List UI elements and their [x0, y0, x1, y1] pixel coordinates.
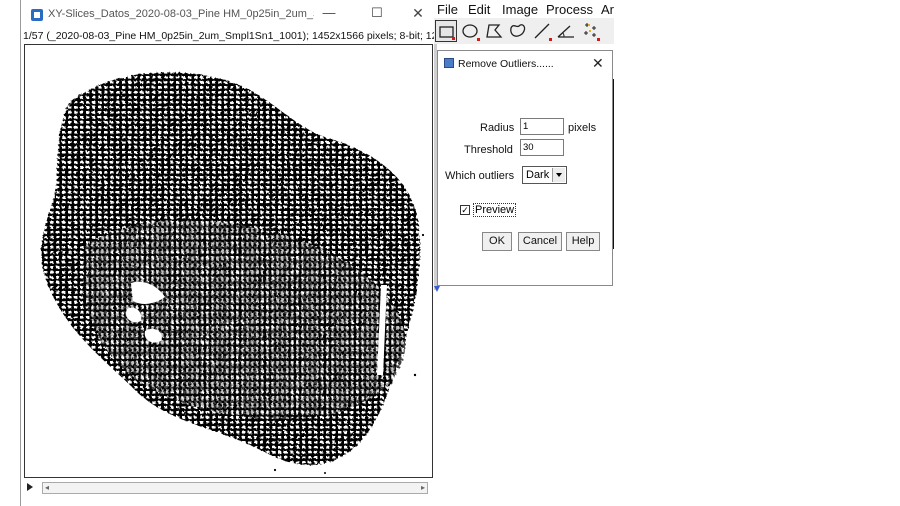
minimize-button[interactable]: —	[316, 4, 342, 22]
preview-checkbox[interactable]: ✓	[460, 205, 470, 215]
radius-input[interactable]	[520, 118, 564, 135]
slice-scrollbar[interactable]: ◂ ▸	[21, 480, 435, 496]
angle-tool-icon[interactable]	[555, 20, 577, 42]
remove-outliers-dialog: Remove Outliers...... ✕ Radius pixels Th…	[437, 50, 613, 286]
image-info-subtitle: 1/57 (_2020-08-03_Pine HM_0p25in_2um_Smp…	[23, 30, 435, 42]
menu-file[interactable]: File	[437, 2, 458, 17]
menu-edit[interactable]: Edit	[468, 2, 490, 17]
image-window-titlebar[interactable]: XY-Slices_Datos_2020-08-03_Pine HM_0p25i…	[21, 0, 435, 28]
freehand-tool-icon[interactable]	[507, 20, 529, 42]
tool-options-marker	[477, 38, 480, 41]
rectangle-tool-icon[interactable]	[435, 20, 457, 42]
selection-arrow-icon	[434, 286, 440, 292]
which-outliers-value: Dark	[526, 169, 550, 181]
which-outliers-label: Which outliers	[445, 170, 515, 182]
which-outliers-select[interactable]: Dark	[522, 166, 567, 184]
scroll-left-arrow-icon[interactable]: ◂	[45, 483, 49, 493]
dialog-title: Remove Outliers......	[458, 58, 554, 70]
close-button[interactable]: ✕	[405, 4, 431, 22]
tool-options-marker	[597, 38, 600, 41]
menu-process[interactable]: Process	[546, 2, 593, 17]
play-animation-icon[interactable]	[27, 483, 33, 491]
dropdown-arrow-icon[interactable]	[552, 168, 565, 182]
polygon-tool-icon[interactable]	[483, 20, 505, 42]
menu-image[interactable]: Image	[502, 2, 538, 17]
image-window-title: XY-Slices_Datos_2020-08-03_Pine HM_0p25i…	[48, 8, 314, 20]
java-app-icon	[444, 58, 454, 68]
threshold-input[interactable]	[520, 139, 564, 156]
tool-options-marker	[549, 38, 552, 41]
help-button[interactable]: Help	[566, 232, 600, 251]
oval-tool-icon[interactable]	[459, 20, 481, 42]
wood-slice-image	[41, 72, 425, 474]
menu-bar: File Edit Image Process Ar	[434, 0, 614, 18]
tool-options-marker	[452, 37, 455, 40]
line-tool-icon[interactable]	[531, 20, 553, 42]
preview-label[interactable]: Preview	[473, 203, 517, 217]
tool-bar	[434, 18, 614, 44]
menu-analyze[interactable]: Ar	[601, 2, 614, 17]
image-canvas[interactable]	[24, 44, 433, 478]
image-window: XY-Slices_Datos_2020-08-03_Pine HM_0p25i…	[20, 0, 435, 506]
dialog-titlebar[interactable]: Remove Outliers...... ✕	[438, 51, 612, 75]
multipoint-tool-icon[interactable]	[579, 20, 601, 42]
dialog-close-icon[interactable]: ✕	[592, 55, 604, 72]
radius-label: Radius	[480, 122, 515, 134]
radius-unit: pixels	[568, 122, 597, 134]
scroll-right-arrow-icon[interactable]: ▸	[421, 483, 425, 493]
maximize-button[interactable]: ☐	[364, 4, 390, 22]
imagej-app-icon	[31, 9, 43, 21]
cancel-button[interactable]: Cancel	[518, 232, 562, 251]
ok-button[interactable]: OK	[482, 232, 512, 251]
slice-scrollbar-track[interactable]: ◂ ▸	[42, 482, 428, 494]
threshold-label: Threshold	[464, 144, 513, 156]
